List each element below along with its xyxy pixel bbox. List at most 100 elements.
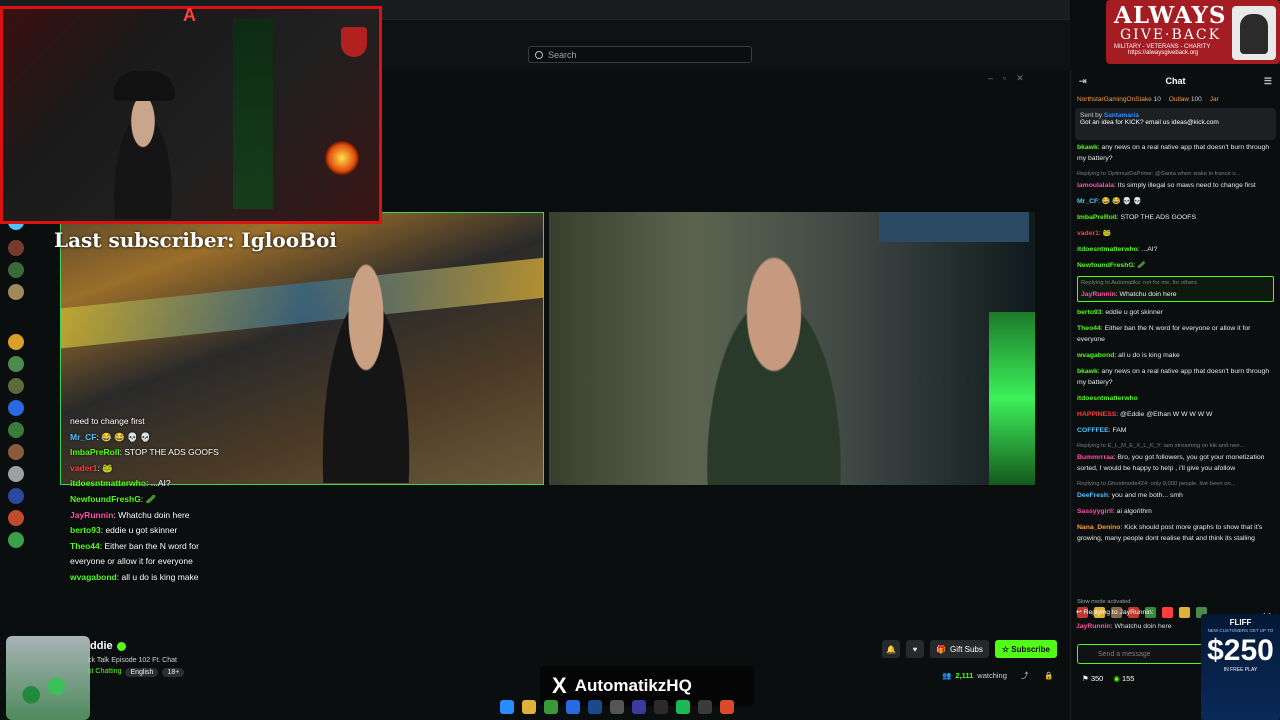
chat-username[interactable]: COFFFEE [1077,427,1109,434]
share-icon[interactable]: ⤴ [1021,670,1029,681]
channel-avatar[interactable] [8,240,24,256]
gifter-name: NorthstarGamingOnStake [1077,95,1152,103]
chat-message[interactable]: bkawk: any news on a real native app tha… [1077,142,1274,164]
app-icon[interactable] [632,700,646,714]
chat-message[interactable]: Theo44: Either ban the N word for everyo… [1077,323,1274,345]
chat-username[interactable]: Bummrrraa [1077,454,1114,461]
chat-username[interactable]: Nana_Denino [1077,524,1120,531]
chat-message[interactable]: Nana_Denino: Kick should post more graph… [1077,522,1274,544]
chat-username[interactable]: wvagabond [1077,352,1114,359]
search-placeholder: Search [548,49,577,60]
reply-context: Replying to OptimusDaPrime: @Santa when … [1077,171,1241,177]
chat-message[interactable]: Replying to OptimusDaPrime: @Santa when … [1077,169,1274,191]
chat-message[interactable]: bkawk: any news on a real native app tha… [1077,366,1274,388]
app-icon[interactable] [610,700,624,714]
app-icon[interactable] [544,700,558,714]
channel-avatar[interactable] [8,532,24,548]
chat-username[interactable]: bkawk [1077,368,1098,375]
chat-text: : any news on a real native app that doe… [1077,144,1270,162]
channel-avatar[interactable] [8,284,24,300]
chat-message[interactable]: HAPPINESS: @Eddie @Ethan W W W W W [1077,409,1274,420]
gift-subs-button[interactable]: 🎁 Gift Subs [930,640,989,658]
spotify-icon[interactable] [676,700,690,714]
streamer-avatar[interactable] [6,636,90,720]
follow-button[interactable]: ♥ [906,640,924,658]
chat-username[interactable]: ImbaPreRoll [1077,214,1117,221]
language-tag[interactable]: English [125,668,159,677]
channel-avatar[interactable] [8,262,24,278]
top-gifter[interactable]: Outlaw 100 [1169,96,1202,103]
chrome-icon[interactable] [720,700,734,714]
terminal-icon[interactable] [654,700,668,714]
chat-message[interactable]: Sassyygirll: ai algorithm [1077,506,1274,517]
chat-username[interactable]: bkawk [1077,144,1098,151]
chat-username[interactable]: Sassyygirll [1077,508,1113,515]
channel-avatar[interactable] [8,444,24,460]
channel-avatar[interactable] [8,378,24,394]
chat-settings-icon[interactable]: ☰ [1264,76,1272,87]
chat-text: need to change first [70,416,145,426]
channel-avatar[interactable] [8,334,24,350]
pinned-sender[interactable]: Santamaria [1104,112,1139,119]
video-chat-line: JayRunnin: Whatchu doin here [70,508,330,524]
chat-message[interactable]: COFFFEE: FAM [1077,425,1274,436]
chat-message[interactable]: NewfoundFreshG: 🥒 [1077,260,1274,271]
pinned-message: Sent by Santamaria Got an idea for KICK?… [1075,108,1276,140]
chat-message[interactable]: Replying to Ghostmode424: only 9,000 peo… [1077,479,1274,501]
windows-start-icon[interactable] [500,700,514,714]
lock-icon[interactable]: 🔒 [1044,671,1053,680]
chat-username[interactable]: HAPPINESS [1077,411,1116,418]
chat-message[interactable]: itdoesntmatterwho: ...AI? [1077,244,1274,255]
steam-icon[interactable] [588,700,602,714]
channel-avatar[interactable] [8,488,24,504]
channel-avatar[interactable] [8,356,24,372]
points-count[interactable]: ⚑ 350 [1082,674,1103,683]
collapse-chat-icon[interactable]: ⇥ [1079,76,1087,87]
chat-message[interactable]: Mr_CF: 😂 😂 💀 💀 [1077,196,1274,207]
top-gifter[interactable]: Jar [1210,96,1219,103]
fliff-ad[interactable]: FLIFF NEW CUSTOMERS GET UP TO $250 IN FR… [1201,614,1280,720]
chat-message[interactable]: Replying to Automatikz: not for me, for … [1077,276,1274,302]
chat-message[interactable]: vader1: 🐸 [1077,228,1274,239]
minimize-icon[interactable]: – [988,73,993,84]
xbox-icon[interactable] [698,700,712,714]
kicks-count[interactable]: ◉ 155 [1113,674,1134,683]
subscribe-button[interactable]: ☆ Subscribe [994,640,1057,658]
chat-message[interactable]: berto93: eddie u got skinner [1077,307,1274,318]
chat-message[interactable]: Replying to E_L_M_E_X_L_K_Y: iam streami… [1077,441,1274,474]
verified-icon [116,641,126,651]
chat-username[interactable]: vader1 [1077,230,1099,237]
channel-avatar[interactable] [8,510,24,526]
file-explorer-icon[interactable] [522,700,536,714]
chat-username[interactable]: NewfoundFreshG [1077,262,1134,269]
channel-avatar[interactable] [8,466,24,482]
streamer-name[interactable]: ddie [90,640,126,652]
channel-avatar[interactable] [8,422,24,438]
chat-username[interactable]: lamoulalala [1077,182,1114,189]
top-gifter[interactable]: NorthstarGamingOnStake 10 [1077,96,1161,103]
chat-username[interactable]: JayRunnin [1081,291,1116,298]
app-icon[interactable] [566,700,580,714]
category-link[interactable]: st Chatting [88,668,121,677]
chat-message[interactable]: ImbaPreRoll: STOP THE ADS GOOFS [1077,212,1274,223]
search-input[interactable]: Search [528,46,752,63]
close-icon[interactable]: ✕ [1016,73,1024,84]
chat-message[interactable]: itdoesntmatterwho [1077,393,1274,404]
chat-username[interactable]: DeeFresh [1077,492,1108,499]
heart-icon: ♥ [912,644,918,654]
chat-username[interactable]: itdoesntmatterwho [1077,395,1138,402]
chat-message[interactable]: wvagabond: all u do is king make [1077,350,1274,361]
chat-username[interactable]: berto93 [1077,309,1102,316]
chat-username[interactable]: Theo44 [1077,325,1101,332]
maximize-icon[interactable]: ▫ [1003,73,1006,84]
notifications-button[interactable]: 🔔 [882,640,900,658]
chat-username[interactable]: Mr_CF [1077,198,1098,205]
top-gifters: NorthstarGamingOnStake 10 Outlaw 100 Jar [1071,92,1280,106]
channel-avatar[interactable] [8,400,24,416]
viewers-icon: 👥 [942,671,952,680]
pc-case-glow [989,312,1035,485]
chat-username[interactable]: itdoesntmatterwho [1077,246,1138,253]
chat-text: : @Eddie @Ethan W W W W W [1116,411,1213,418]
screen: Search – ▫ ✕ A Last subscriber: IglooBoi… [0,0,1280,720]
chat-message-input[interactable]: Send a message [1077,644,1203,664]
